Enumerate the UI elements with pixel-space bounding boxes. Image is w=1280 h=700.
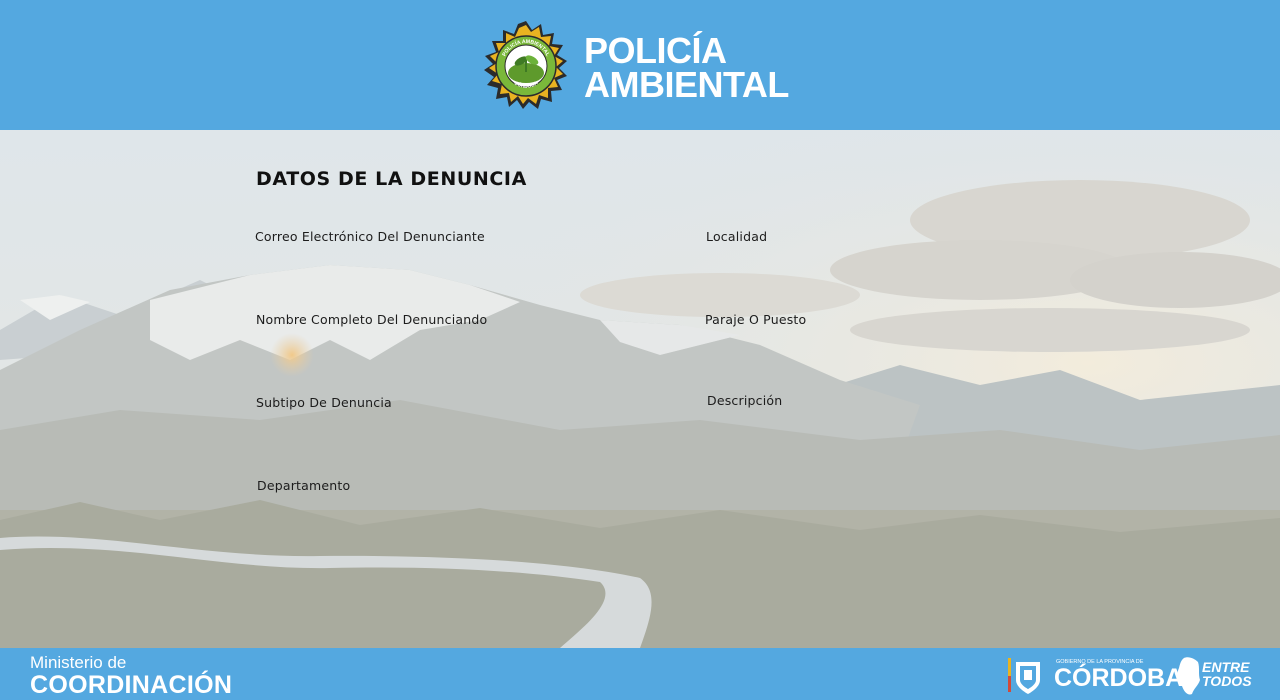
entre-todos-logo: ENTRE TODOS bbox=[1176, 656, 1256, 696]
label-descripcion: Descripción bbox=[707, 393, 783, 408]
landscape-background bbox=[0, 130, 1280, 648]
footer-bar: Ministerio de COORDINACIÓN GOBIERNO DE L… bbox=[0, 648, 1280, 700]
government-name: CÓRDOBA bbox=[1054, 664, 1184, 692]
ministry-big-text: COORDINACIÓN bbox=[30, 671, 233, 699]
brand-title-line1: POLICÍA bbox=[584, 30, 727, 71]
header-bar: POLICÍA AMBIENTAL CÓRDOBA POLICÍA AMBIEN… bbox=[0, 0, 1280, 130]
cordoba-shield-icon bbox=[1008, 658, 1040, 694]
cordoba-government-logo: GOBIERNO DE LA PROVINCIA DE CÓRDOBA bbox=[1008, 656, 1183, 696]
label-nombre-denunciando: Nombre Completo Del Denunciando bbox=[256, 312, 488, 327]
slogan-line1: ENTRE bbox=[1202, 659, 1250, 675]
policia-ambiental-badge-icon: POLICÍA AMBIENTAL CÓRDOBA bbox=[481, 21, 571, 111]
slogan-line2: TODOS bbox=[1202, 673, 1252, 689]
label-paraje-puesto: Paraje O Puesto bbox=[705, 312, 807, 327]
label-departamento: Departamento bbox=[257, 478, 351, 493]
label-subtipo-denuncia: Subtipo De Denuncia bbox=[256, 395, 392, 410]
brand-title-line2: AMBIENTAL bbox=[584, 64, 789, 105]
label-localidad: Localidad bbox=[706, 229, 768, 244]
ministry-logo: Ministerio de COORDINACIÓN bbox=[30, 654, 232, 699]
province-map-icon bbox=[1177, 657, 1200, 695]
brand-title: POLICÍA AMBIENTAL bbox=[584, 30, 789, 105]
label-correo-denunciante: Correo Electrónico Del Denunciante bbox=[255, 229, 485, 244]
slogan-text: ENTRE TODOS bbox=[1202, 660, 1252, 688]
section-title: DATOS DE LA DENUNCIA bbox=[256, 168, 527, 190]
ministry-small-text: Ministerio de bbox=[30, 653, 127, 672]
